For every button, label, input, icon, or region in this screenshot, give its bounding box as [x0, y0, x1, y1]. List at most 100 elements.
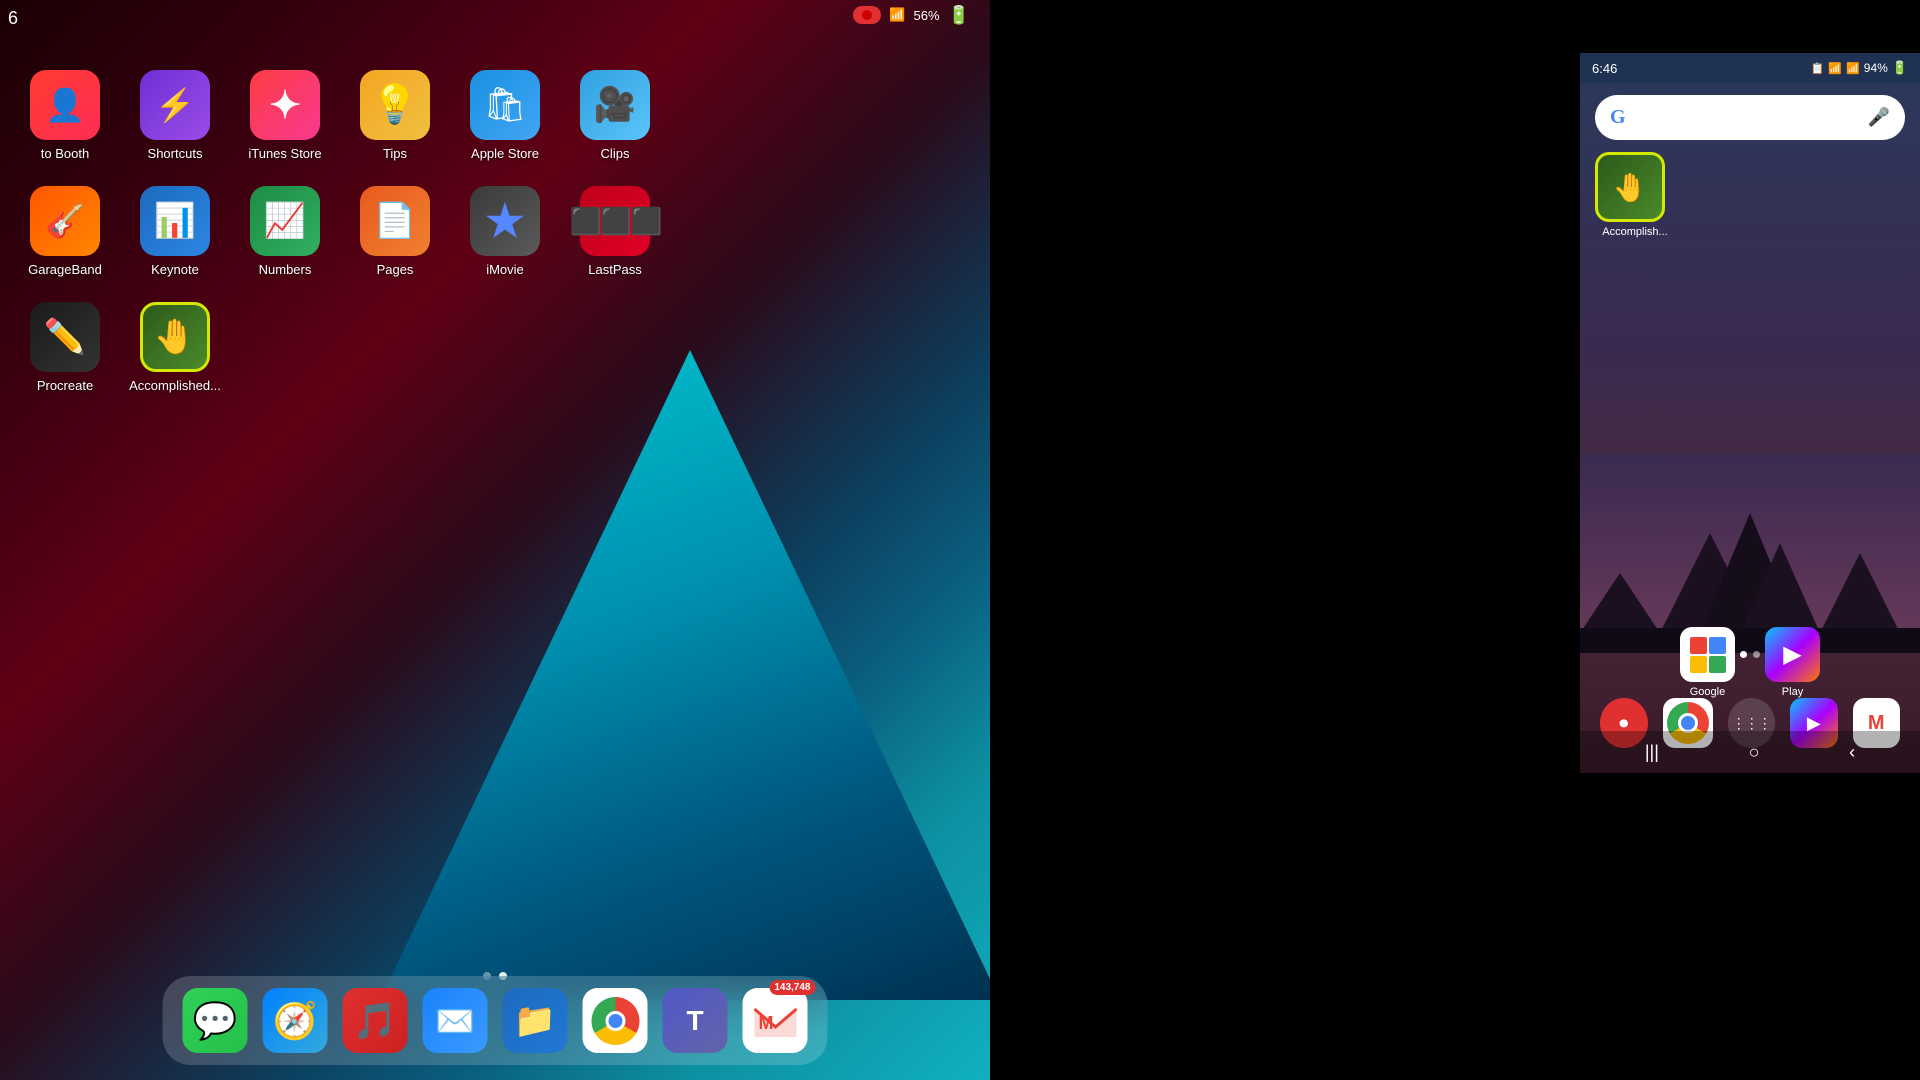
android-battery-icon: 🔋: [1892, 60, 1908, 76]
dock-music[interactable]: 🎵: [343, 988, 408, 1053]
app-icon-tips: 💡: [360, 70, 430, 140]
app-row-1: 👤 to Booth ⚡ Shortcuts ✦ iTunes Store: [20, 70, 970, 161]
imovie-star-icon: ★: [485, 196, 524, 247]
teams-icon: T: [686, 1005, 703, 1037]
google-grid-icon: [1690, 637, 1726, 673]
android-signal-icon: 📶: [1846, 62, 1860, 75]
app-label-numbers: Numbers: [259, 262, 312, 277]
app-label-shortcuts: Shortcuts: [148, 146, 203, 161]
app-icon-apple-store: 🛍: [470, 70, 540, 140]
battery-icon: 🔋: [948, 5, 970, 26]
dock-chrome[interactable]: [583, 988, 648, 1053]
dock-files[interactable]: 📁: [503, 988, 568, 1053]
app-procreate[interactable]: ✏️ Procreate: [20, 302, 110, 393]
dock-mail[interactable]: ✉️: [423, 988, 488, 1053]
dock-teams[interactable]: T: [663, 988, 728, 1053]
android-accomplished-label: Accomplish...: [1595, 226, 1675, 238]
app-label-accomplished: Accomplished...: [129, 378, 221, 393]
microphone-icon[interactable]: 🎤: [1868, 107, 1890, 128]
app-label-itunes: iTunes Store: [248, 146, 321, 161]
battery-percent: 56%: [914, 8, 940, 23]
record-button[interactable]: [853, 6, 881, 24]
garageband-icon: 🎸: [45, 202, 85, 240]
android-battery: 94%: [1864, 61, 1888, 75]
tips-bulb-icon: 💡: [371, 83, 418, 127]
app-photo-booth[interactable]: 👤 to Booth: [20, 70, 110, 161]
app-clips[interactable]: 🎥 Clips: [570, 70, 660, 161]
app-label-procreate: Procreate: [37, 378, 93, 393]
background-shape: [380, 350, 990, 1000]
safari-compass-icon: 🧭: [273, 1000, 318, 1042]
dock-safari[interactable]: 🧭: [263, 988, 328, 1053]
google-g-logo: G: [1610, 106, 1626, 129]
app-lastpass[interactable]: ⬛⬛⬛ LastPass: [570, 186, 660, 277]
android-accomplished-app[interactable]: 🤚 Accomplish...: [1595, 152, 1675, 238]
app-icon-garageband: 🎸: [30, 186, 100, 256]
app-garageband[interactable]: 🎸 GarageBand: [20, 186, 110, 277]
play-store-icon: ▶: [1765, 627, 1820, 682]
app-shortcuts[interactable]: ⚡ Shortcuts: [130, 70, 220, 161]
procreate-icon: ✏️: [44, 317, 86, 357]
dock-messages[interactable]: 💬: [183, 988, 248, 1053]
app-icon-accomplished: 🤚: [140, 302, 210, 372]
app-pages[interactable]: 📄 Pages: [350, 186, 440, 277]
ipad-dock: 💬 🧭 🎵 ✉️ 📁 T: [163, 976, 828, 1065]
ipad-screen: 6 📶 56% 🔋 👤 to Booth ⚡: [0, 0, 990, 1080]
dock-gmail[interactable]: M 143,748: [743, 988, 808, 1053]
app-grid: 👤 to Booth ⚡ Shortcuts ✦ iTunes Store: [0, 60, 990, 428]
android-recent-button[interactable]: |||: [1645, 742, 1659, 763]
apps-grid-icon: ⋮⋮⋮: [1732, 715, 1771, 732]
android-notification-icon: 📋: [1811, 62, 1825, 75]
app-label-apple-store: Apple Store: [471, 146, 539, 161]
itunes-star: ✦: [269, 83, 301, 128]
app-tips[interactable]: 💡 Tips: [350, 70, 440, 161]
app-icon-imovie: ★: [470, 186, 540, 256]
clips-camera-icon: 🎥: [594, 85, 636, 125]
android-time: 6:46: [1592, 61, 1617, 76]
app-label-pages: Pages: [377, 262, 414, 277]
accomplished-hand-icon: 🤚: [154, 317, 196, 357]
app-label-garageband: GarageBand: [28, 262, 102, 277]
app-row-3: ✏️ Procreate 🤚 Accomplished...: [20, 302, 970, 393]
android-hand-icon: 🤚: [1613, 171, 1648, 204]
app-icon-shortcuts: ⚡: [140, 70, 210, 140]
android-page-dot-1: [1740, 651, 1747, 658]
app-label-tips: Tips: [383, 146, 407, 161]
app-label-clips: Clips: [601, 146, 630, 161]
android-home-button[interactable]: ○: [1749, 742, 1760, 763]
google-search-bar[interactable]: G 🎤: [1595, 95, 1905, 140]
app-keynote[interactable]: 📊 Keynote: [130, 186, 220, 277]
app-numbers[interactable]: 📈 Numbers: [240, 186, 330, 277]
numbers-icon: 📈: [264, 201, 306, 241]
app-imovie[interactable]: ★ iMovie: [460, 186, 550, 277]
keynote-icon: 📊: [154, 201, 196, 241]
app-apple-store[interactable]: 🛍 Apple Store: [460, 70, 550, 161]
wifi-icon: 📶: [889, 7, 905, 23]
chrome-ring-icon: [591, 997, 639, 1045]
messages-bubble-icon: 💬: [193, 1000, 238, 1042]
app-itunes[interactable]: ✦ iTunes Store: [240, 70, 330, 161]
app-label-lastpass: LastPass: [588, 262, 641, 277]
play-triangle-icon: ▶: [1783, 640, 1801, 669]
shortcuts-symbol: ⚡: [155, 86, 195, 124]
app-accomplished[interactable]: 🤚 Accomplished...: [130, 302, 220, 393]
android-nav-bar: ||| ○ ‹: [1580, 731, 1920, 773]
android-wifi-icon: 📶: [1828, 62, 1842, 75]
person-icon: 👤: [45, 86, 85, 124]
android-back-button[interactable]: ‹: [1849, 742, 1855, 763]
app-label-keynote: Keynote: [151, 262, 199, 277]
app-icon-clips: 🎥: [580, 70, 650, 140]
files-folder-icon: 📁: [514, 1001, 556, 1041]
android-mountains: [1580, 453, 1920, 653]
android-status-bar: 6:46 📋 📶 📶 94% 🔋: [1580, 53, 1920, 83]
google-app-icon: [1680, 627, 1735, 682]
android-phone: 6:46 📋 📶 📶 94% 🔋 G 🎤 🤚 Accomplish...: [1580, 53, 1920, 773]
android-status-icons: 📋 📶 📶 94% 🔋: [1811, 60, 1908, 76]
app-icon-numbers: 📈: [250, 186, 320, 256]
mountain-scene-icon: [1580, 453, 1920, 653]
app-icon-itunes: ✦: [250, 70, 320, 140]
gmail-logo-icon: M: [750, 1001, 800, 1041]
app-icon-procreate: ✏️: [30, 302, 100, 372]
mail-envelope-icon: ✉️: [435, 1002, 475, 1040]
gmail-badge: 143,748: [769, 980, 815, 995]
